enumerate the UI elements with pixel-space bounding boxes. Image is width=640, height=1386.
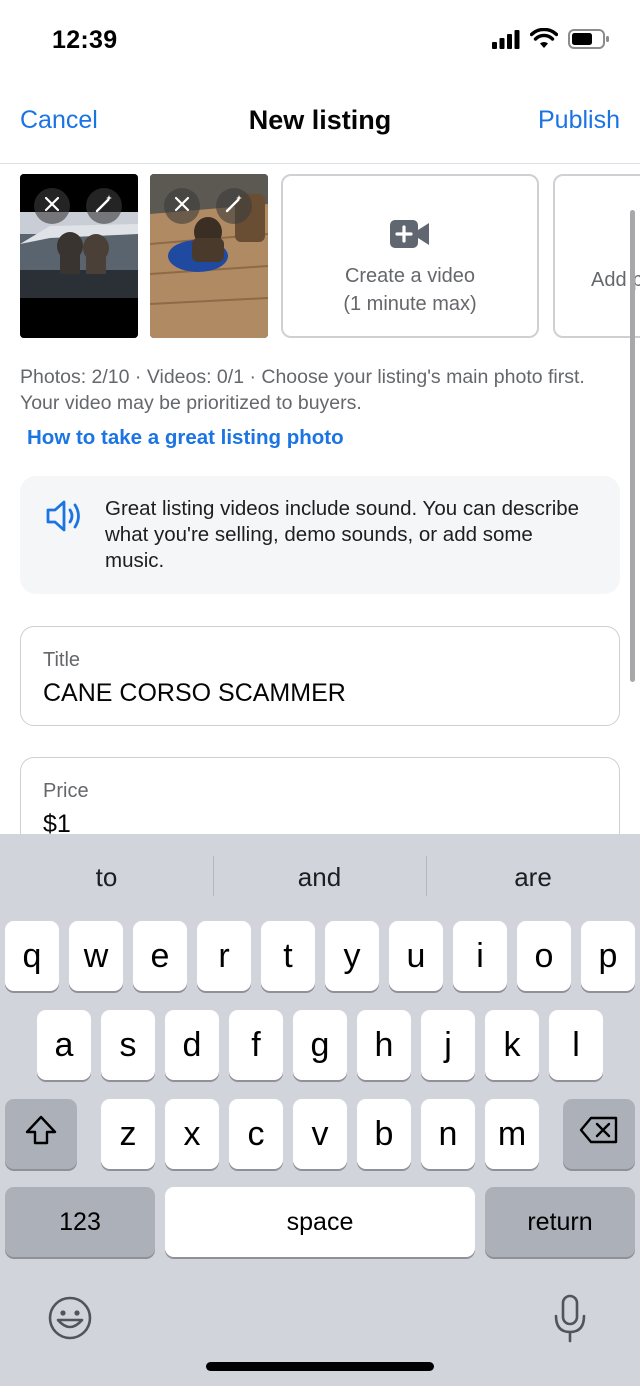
magic-wand-icon (224, 194, 244, 219)
create-video-line1: Create a video (344, 265, 476, 287)
key-m[interactable]: m (485, 1099, 539, 1169)
key-q[interactable]: q (5, 921, 59, 991)
home-indicator[interactable] (206, 1362, 434, 1371)
key-d[interactable]: d (165, 1010, 219, 1080)
close-icon (174, 196, 190, 217)
create-video-label: Create a video (1 minute max) (283, 262, 537, 318)
edit-photo-button[interactable] (216, 188, 252, 224)
listing-photo-tips-link[interactable]: How to take a great listing photo (27, 426, 344, 450)
nav-bar: Cancel New listing Publish (0, 80, 640, 164)
key-x[interactable]: x (165, 1099, 219, 1169)
price-label: Price (43, 780, 89, 802)
signal-icon (492, 29, 520, 54)
shift-key[interactable] (5, 1099, 77, 1169)
cancel-button[interactable]: Cancel (20, 106, 98, 135)
suggestion-3[interactable]: are (426, 834, 640, 920)
shift-icon (24, 1114, 58, 1155)
key-a[interactable]: a (37, 1010, 91, 1080)
key-l[interactable]: l (549, 1010, 603, 1080)
key-y[interactable]: y (325, 921, 379, 991)
microphone-icon[interactable] (553, 1294, 587, 1349)
key-s[interactable]: s (101, 1010, 155, 1080)
key-r[interactable]: r (197, 921, 251, 991)
key-u[interactable]: u (389, 921, 443, 991)
key-p[interactable]: p (581, 921, 635, 991)
status-time: 12:39 (52, 26, 118, 54)
remove-photo-button[interactable] (164, 188, 200, 224)
key-h[interactable]: h (357, 1010, 411, 1080)
close-icon (44, 196, 60, 217)
photo-thumbnail-2[interactable] (150, 174, 268, 338)
suggestion-1[interactable]: to (0, 834, 213, 920)
magic-wand-icon (94, 194, 114, 219)
media-count-text: Photos: 2/10 · Videos: 0/1 · Choose your… (20, 366, 585, 414)
remove-photo-button[interactable] (34, 188, 70, 224)
key-g[interactable]: g (293, 1010, 347, 1080)
wifi-icon (529, 27, 559, 55)
title-label: Title (43, 649, 81, 671)
emoji-icon[interactable] (46, 1294, 94, 1347)
key-o[interactable]: o (517, 921, 571, 991)
key-e[interactable]: e (133, 921, 187, 991)
suggestion-2[interactable]: and (213, 834, 426, 920)
numbers-key[interactable]: 123 (5, 1187, 155, 1257)
battery-icon (568, 28, 610, 55)
media-strip: Create a video (1 minute max) Add p (0, 174, 640, 338)
create-video-line2: (1 minute max) (343, 293, 477, 315)
video-sound-tip: Great listing videos include sound. You … (20, 476, 620, 594)
key-k[interactable]: k (485, 1010, 539, 1080)
status-bar: 12:39 (0, 0, 640, 80)
delete-key[interactable] (563, 1099, 635, 1169)
key-c[interactable]: c (229, 1099, 283, 1169)
add-photos-tile[interactable]: Add p (553, 174, 640, 338)
photo-thumbnail-1[interactable] (20, 174, 138, 338)
key-b[interactable]: b (357, 1099, 411, 1169)
title-value[interactable]: CANE CORSO SCAMMER (43, 679, 346, 708)
key-n[interactable]: n (421, 1099, 475, 1169)
predictive-bar: to and are (0, 834, 640, 920)
title-field[interactable]: Title CANE CORSO SCAMMER (20, 626, 620, 726)
key-z[interactable]: z (101, 1099, 155, 1169)
key-f[interactable]: f (229, 1010, 283, 1080)
backspace-icon (579, 1115, 619, 1154)
key-j[interactable]: j (421, 1010, 475, 1080)
create-video-tile[interactable]: Create a video (1 minute max) (281, 174, 539, 338)
space-key[interactable]: space (165, 1187, 475, 1257)
key-v[interactable]: v (293, 1099, 347, 1169)
status-icons (492, 27, 610, 55)
speaker-icon (45, 498, 85, 539)
video-plus-icon (390, 220, 430, 253)
key-t[interactable]: t (261, 921, 315, 991)
publish-button[interactable]: Publish (538, 106, 620, 135)
key-w[interactable]: w (69, 921, 123, 991)
return-key[interactable]: return (485, 1187, 635, 1257)
tip-text: Great listing videos include sound. You … (105, 497, 580, 572)
edit-photo-button[interactable] (86, 188, 122, 224)
scroll-indicator[interactable] (630, 210, 635, 682)
key-i[interactable]: i (453, 921, 507, 991)
